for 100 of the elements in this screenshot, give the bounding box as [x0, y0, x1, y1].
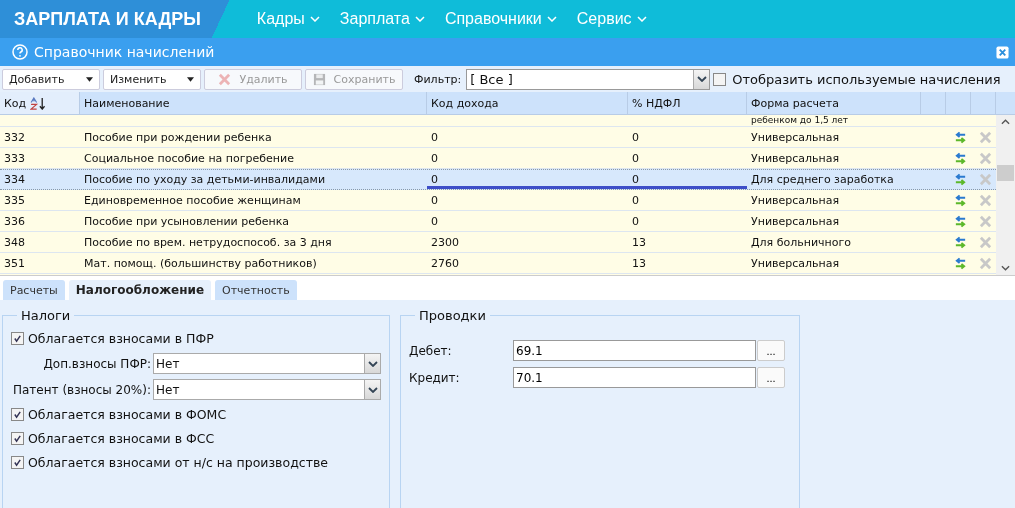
table-cell-text: Пособие при рождении ребенка [83, 129, 273, 146]
input-field[interactable]: 69.1 [513, 340, 756, 361]
checkbox-label: Облагается взносами в ПФР [28, 331, 214, 346]
group-title: Проводки [418, 308, 487, 323]
scroll-up-icon[interactable] [1001, 119, 1010, 125]
table-cell-text: 13 [631, 255, 647, 272]
select-field[interactable]: Нет [153, 379, 381, 400]
table-cell-text: Универсальная [750, 192, 841, 209]
chevron-down-icon [414, 16, 425, 22]
table-cell-text: Мат. помощ. (большинству работников) [83, 255, 318, 272]
column-header[interactable]: Наименование [80, 92, 427, 114]
browse-button[interactable]: ... [757, 340, 785, 361]
table-cell-text: 351 [3, 255, 26, 272]
table-cell-text: 348 [3, 234, 26, 251]
tab[interactable]: Расчеты [3, 280, 65, 300]
caret-icon [86, 76, 93, 82]
table-cell-text: 0 [631, 192, 640, 209]
table-cell-text: 2300 [430, 234, 460, 251]
table-cell-text: Единовременное пособие женщинам [83, 192, 302, 209]
checkbox-label: Облагается взносами от н/с на производстве [28, 455, 328, 470]
table-cell-text: 0 [430, 213, 439, 230]
table-row[interactable]: 335 Единовременное пособие женщинам 0 0 Универсальная [0, 190, 996, 211]
scrollbar[interactable] [996, 115, 1015, 275]
filter-select[interactable]: [ Все ] [466, 68, 711, 90]
input-field[interactable]: 70.1 [513, 367, 756, 388]
table-cell-text: 332 [3, 129, 26, 146]
table-cell-text: 0 [430, 129, 439, 146]
table-cell-text: 0 [430, 150, 439, 167]
checkbox[interactable] [11, 408, 24, 421]
table-cell-text: Пособие по уходу за детьми-инвалидами [83, 172, 327, 188]
panel-title: Справочник начислений [34, 44, 216, 60]
column-header[interactable]: Код дохода [427, 92, 628, 114]
swap-arrows-icon[interactable] [954, 151, 967, 165]
swap-arrows-icon[interactable] [954, 130, 967, 144]
chevron-down-icon[interactable] [696, 76, 707, 82]
table-cell-text: 336 [3, 213, 26, 230]
table-cell-text: 0 [631, 150, 640, 167]
table-cell-text: 2760 [430, 255, 460, 272]
browse-button[interactable]: ... [757, 367, 785, 388]
table-cell-text: Пособие при усыновлении ребенка [83, 213, 291, 230]
table-cell-text: 0 [631, 129, 640, 146]
checkbox[interactable] [713, 72, 727, 86]
chevron-down-icon [309, 16, 320, 22]
checkbox[interactable] [11, 456, 24, 469]
table-cell-text: Универсальная [750, 213, 841, 230]
toolbar-button[interactable]: Изменить [103, 68, 201, 90]
help-icon[interactable] [12, 44, 28, 60]
checkbox[interactable] [11, 432, 24, 445]
toolbar-button[interactable]: Добавить [2, 68, 100, 90]
column-header[interactable]: Код [0, 92, 80, 114]
table-cell: 0 [427, 170, 628, 189]
table-cell-text: Пособие по врем. нетрудоспособ. за 3 дня [83, 234, 333, 251]
scroll-down-icon[interactable] [1001, 265, 1010, 271]
field-label: Доп.взносы ПФР: [43, 356, 151, 371]
checkbox-label: Облагается взносами в ФСС [28, 431, 215, 446]
table-cell-text: Универсальная [750, 129, 841, 146]
column-header[interactable]: % НДФЛ [628, 92, 747, 114]
checkbox[interactable] [11, 332, 24, 345]
table-row[interactable]: 348 Пособие по врем. нетрудоспособ. за 3 дня 2300 13 Для больничного [0, 232, 996, 253]
chevron-down-icon[interactable] [367, 360, 378, 367]
tab[interactable]: Налогообложение [68, 280, 212, 300]
table-row[interactable]: 336 Пособие при усыновлении ребенка 0 0 Универсальная [0, 211, 996, 232]
scrollbar-thumb[interactable] [997, 165, 1014, 181]
table-row[interactable]: 332 Пособие при рождении ребенка 0 0 Универсальная [0, 127, 996, 148]
select-field[interactable]: Нет [153, 353, 381, 374]
tab[interactable]: Отчетность [215, 280, 297, 300]
sort-icon [30, 96, 48, 110]
cross-icon [218, 72, 232, 86]
field-label: Патент (взносы 20%): [13, 382, 151, 397]
table-cell-text: 335 [3, 192, 26, 209]
caret-icon [187, 76, 194, 82]
table-cell-text: Универсальная [750, 150, 841, 167]
table-cell-text: 0 [430, 192, 439, 209]
table-cell-text: 334 [3, 172, 26, 188]
swap-arrows-icon[interactable] [954, 235, 967, 249]
chevron-down-icon [636, 16, 647, 22]
column-header[interactable]: Форма расчета [747, 92, 921, 114]
table-cell-text: Для среднего заработка [750, 172, 895, 188]
checkbox-label: Облагается взносами в ФОМС [28, 407, 227, 422]
chevron-down-icon[interactable] [367, 386, 378, 393]
table-row[interactable]: 351 Мат. помощ. (большинству работников) 2760 13 Универсальная [0, 253, 996, 274]
swap-arrows-icon[interactable] [954, 173, 967, 186]
field-label: Дебет: [409, 343, 453, 358]
filter-label: Фильтр: [414, 72, 462, 86]
table-cell-text: 13 [631, 234, 647, 251]
table-cell-text: Социальное пособие на погребение [83, 150, 295, 167]
close-icon[interactable] [996, 45, 1009, 59]
table-cell-text: Для больничного [750, 234, 853, 251]
table-row[interactable]: 334 Пособие по уходу за детьми-инвалидами 0 0 Для среднего заработка [0, 169, 996, 190]
chevron-down-icon [546, 16, 557, 22]
table-cell-text: Универсальная [750, 255, 841, 272]
checkbox-label: Отобразить используемые начисления [732, 71, 1001, 87]
swap-arrows-icon[interactable] [954, 256, 967, 270]
field-label: Кредит: [409, 370, 461, 385]
table-cell-text: 333 [3, 150, 26, 167]
group-title: Налоги [20, 308, 72, 323]
table-cell: 0 [628, 170, 747, 189]
table-cell-text: 0 [631, 213, 640, 230]
swap-arrows-icon[interactable] [954, 214, 967, 228]
swap-arrows-icon[interactable] [954, 193, 967, 207]
